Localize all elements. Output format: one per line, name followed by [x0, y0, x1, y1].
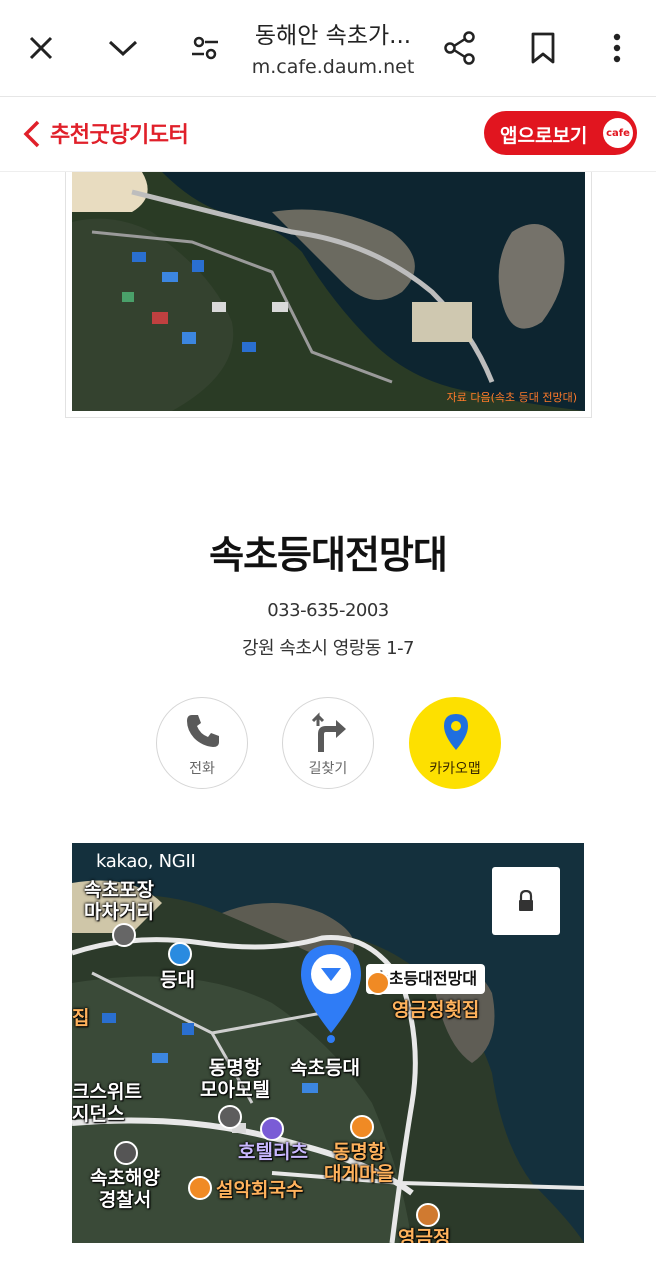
directions-label: 길찾기 [308, 761, 348, 777]
map-label-police: 속초해양 경찰서 [90, 1167, 160, 1211]
restaurant-poi-icon[interactable] [350, 1115, 374, 1139]
satellite-photo-frame: 자료 다음(속초 등대 전망대) [65, 172, 592, 418]
page-url[interactable]: m.cafe.daum.net [238, 56, 428, 78]
police-poi-icon[interactable] [114, 1141, 138, 1165]
photo-caption: 자료 다음(속초 등대 전망대) [446, 391, 577, 404]
map-attribution: kakao, NGII [96, 851, 196, 872]
open-in-app-label: 앱으로보기 [500, 125, 588, 147]
map-lock-button[interactable] [492, 867, 560, 935]
directions-icon [311, 712, 346, 752]
bookmark-icon[interactable] [519, 24, 567, 72]
restaurant-poi-icon[interactable] [366, 971, 390, 995]
browser-toolbar: 동해안 속초가... m.cafe.daum.net [0, 0, 656, 97]
lock-icon [519, 890, 533, 911]
place-address: 강원 속초시 영랑동 1-7 [241, 638, 415, 659]
lighthouse-poi-icon[interactable] [168, 942, 192, 966]
map-label-sokcho-deungdae: 속초등대 [290, 1057, 360, 1079]
map-label-pocha: 속초포장 마차거리 [84, 879, 154, 923]
close-icon[interactable] [17, 24, 65, 72]
call-label: 전화 [189, 761, 215, 777]
map-label-motel: 동명항 모아모텔 [200, 1057, 270, 1101]
map-label-suite: 크스위트 지던스 [72, 1081, 142, 1125]
map-label-restaurant: 영금정횟집 [392, 999, 480, 1021]
map-label-noodle: 설악회국수 [216, 1179, 304, 1201]
cafe-header: 추천굿당기도터 앱으로보기 cafe [0, 97, 656, 172]
map-label-hotel: 호텔리츠 [238, 1141, 308, 1163]
hotel-poi-icon[interactable] [218, 1105, 242, 1129]
flag-poi-icon[interactable] [112, 923, 136, 947]
map-label-bottom: 영금정 [398, 1227, 451, 1243]
call-button[interactable]: 전화 [156, 697, 248, 789]
phone-icon [187, 715, 219, 747]
cafe-logo-badge: cafe [603, 118, 633, 148]
kakaomap-label: 카카오맵 [429, 761, 481, 777]
map-label-jip: 집 [72, 1007, 90, 1029]
page-title[interactable]: 동해안 속초가... [238, 16, 428, 50]
place-phone[interactable]: 033-635-2003 [0, 600, 656, 621]
hotel-poi-icon[interactable] [260, 1117, 284, 1141]
map-pin-icon [444, 714, 468, 750]
restaurant-poi-icon[interactable] [188, 1176, 212, 1200]
share-icon[interactable] [436, 24, 484, 72]
map-label-deungdae: 등대 [160, 969, 195, 991]
kakao-map[interactable]: kakao, NGII 속초등대전망대 속초포장 마차거리 등대 영금정횟집 집… [72, 843, 584, 1243]
directions-button[interactable]: 길찾기 [282, 697, 374, 789]
back-chevron-icon[interactable] [20, 119, 50, 149]
satellite-photo: 자료 다음(속초 등대 전망대) [72, 172, 585, 411]
landmark-poi-icon[interactable] [416, 1203, 440, 1227]
location-pin-icon[interactable] [299, 943, 363, 1043]
page-settings-icon[interactable] [181, 24, 229, 72]
open-in-app-button[interactable]: 앱으로보기 cafe [484, 111, 637, 155]
more-menu-icon[interactable] [593, 24, 641, 72]
kakaomap-button[interactable]: 카카오맵 [409, 697, 501, 789]
chevron-down-icon[interactable] [99, 24, 147, 72]
cafe-name-link[interactable]: 추천굿당기도터 [50, 117, 189, 149]
place-title: 속초등대전망대 [209, 533, 448, 577]
map-label-dongmyeong: 동명항 대게마을 [324, 1141, 394, 1185]
